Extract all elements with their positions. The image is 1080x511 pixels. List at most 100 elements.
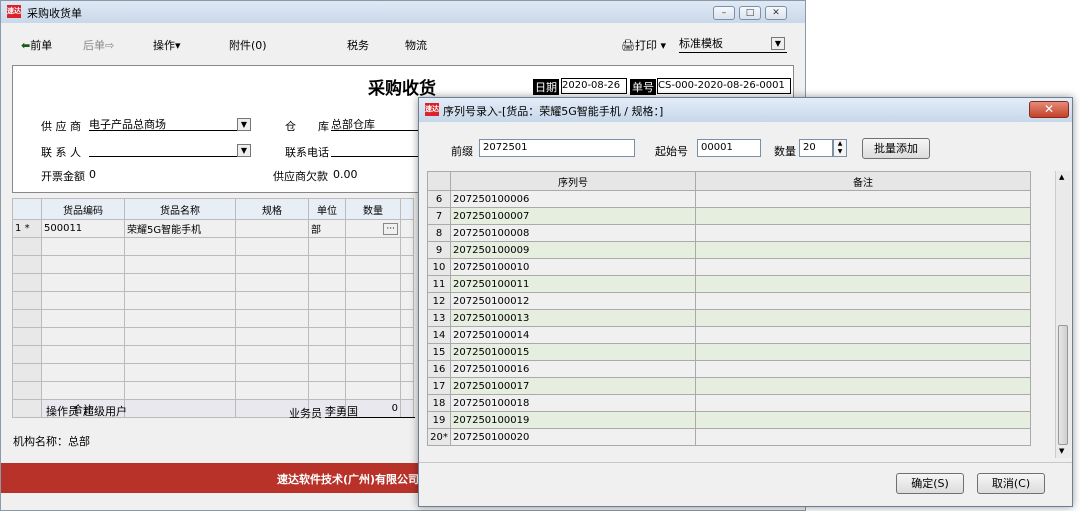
toolbar: ⬅前单 后单⇨ 操作▾ 附件(0) 税务 物流 🖨打印 ▾ 标准模板 ▼ (1, 23, 805, 63)
printer-icon: 🖨 (621, 39, 635, 52)
dropdown-arrow-icon: ▾ (175, 39, 181, 52)
prefix-input[interactable]: 2072501 (479, 139, 635, 157)
dialog-title: 序列号录入-[货品：荣耀5G智能手机 / 规格：] (443, 105, 664, 118)
warehouse-label: 仓 库 (285, 120, 329, 133)
table-row[interactable] (12, 363, 414, 382)
cell-spec[interactable] (235, 219, 309, 238)
contact-label: 联 系 人 (41, 146, 81, 159)
close-button[interactable]: ✕ (765, 6, 787, 20)
table-row[interactable]: 10 207250100010 (427, 258, 1031, 276)
close-icon[interactable]: ✕ (1029, 101, 1069, 118)
chevron-down-icon[interactable]: ▼ (237, 118, 251, 131)
cell-name[interactable]: 荣耀5G智能手机 (124, 219, 236, 238)
arrow-left-icon: ⬅ (21, 39, 31, 52)
org-name: 机构名称：总部 (13, 435, 90, 448)
col-note[interactable]: 备注 (695, 171, 1031, 191)
supplier-debt-label: 供应商欠款 (273, 170, 328, 183)
ok-button[interactable]: 确定(S) (896, 473, 964, 494)
table-row[interactable]: 13 207250100013 (427, 309, 1031, 327)
table-row[interactable] (12, 309, 414, 328)
start-number-input[interactable]: 00001 (697, 139, 761, 157)
cell-code[interactable]: 500011 (41, 219, 125, 238)
start-number-label: 起始号 (655, 145, 688, 158)
salesman-label: 业务员 (289, 407, 322, 420)
phone-field[interactable] (331, 142, 421, 157)
contact-field[interactable] (89, 142, 251, 157)
attachment-button[interactable]: 附件(0) (229, 37, 267, 53)
batch-add-button[interactable]: 批量添加 (862, 138, 930, 159)
col-unit[interactable]: 单位 (308, 198, 346, 220)
table-row[interactable]: 6 207250100006 (427, 190, 1031, 208)
table-row[interactable] (12, 291, 414, 310)
col-name[interactable]: 货品名称 (124, 198, 236, 220)
dialog-title-bar: 速达 序列号录入-[货品：荣耀5G智能手机 / 规格：] (419, 98, 1072, 122)
number-label: 单号 (630, 79, 656, 95)
table-row[interactable] (12, 273, 414, 292)
maximize-button[interactable]: □ (739, 6, 761, 20)
table-row[interactable]: 15 207250100015 (427, 343, 1031, 361)
cell-unit[interactable]: 部 (308, 219, 346, 238)
phone-label: 联系电话 (285, 146, 329, 159)
table-row[interactable]: 9 207250100009 (427, 241, 1031, 259)
ellipsis-icon[interactable]: ··· (383, 223, 398, 235)
grid-header-row: 货品编码 货品名称 规格 单位 数量 (12, 198, 414, 220)
table-row[interactable] (12, 237, 414, 256)
table-row[interactable]: 17 207250100017 (427, 377, 1031, 395)
prefix-label: 前缀 (451, 145, 473, 158)
scroll-up-icon[interactable]: ▲ (1059, 173, 1064, 181)
table-row[interactable] (12, 381, 414, 400)
print-button[interactable]: 🖨打印 ▾ (621, 37, 666, 53)
count-label: 数量 (774, 145, 796, 158)
table-row[interactable]: 1 * 500011 荣耀5G智能手机 部 ··· (12, 219, 414, 238)
number-field[interactable]: CS-000-2020-08-26-0001 (657, 78, 791, 94)
warehouse-field[interactable]: 总部仓库 (331, 116, 421, 131)
col-qty[interactable]: 数量 (345, 198, 401, 220)
tax-button[interactable]: 税务 (347, 37, 369, 53)
operator-value: 超级用户 (83, 405, 127, 418)
table-row[interactable]: 7 207250100007 (427, 207, 1031, 225)
next-button[interactable]: 后单⇨ (83, 37, 114, 53)
supplier-field[interactable]: 电子产品总商场 (89, 116, 251, 131)
scrollbar-thumb[interactable] (1058, 325, 1068, 445)
window-title: 采购收货单 (27, 7, 82, 20)
table-row[interactable]: 8 207250100008 (427, 224, 1031, 242)
table-row[interactable]: 20* 207250100020 (427, 428, 1031, 446)
minimize-button[interactable]: – (713, 6, 735, 20)
count-stepper[interactable]: ▲ ▼ (833, 139, 847, 157)
date-field[interactable]: 2020-08-26 (561, 78, 627, 94)
date-label: 日期 (533, 79, 559, 95)
operations-menu[interactable]: 操作▾ (153, 37, 181, 53)
table-row[interactable]: 19 207250100019 (427, 411, 1031, 429)
logistics-button[interactable]: 物流 (405, 37, 427, 53)
table-row[interactable] (12, 345, 414, 364)
invoice-amount-label: 开票金额 (41, 170, 85, 183)
chevron-down-icon[interactable]: ▼ (237, 144, 251, 157)
col-code[interactable]: 货品编码 (41, 198, 125, 220)
table-row[interactable] (12, 255, 414, 274)
serial-table: 序列号 备注 6 207250100006 7 207250100007 8 2072… (427, 171, 1031, 446)
table-row[interactable]: 14 207250100014 (427, 326, 1031, 344)
supplier-label: 供 应 商 (41, 120, 81, 133)
table-row[interactable]: 18 207250100018 (427, 394, 1031, 412)
prev-button[interactable]: ⬅前单 (21, 37, 52, 53)
table-row[interactable]: 16 207250100016 (427, 360, 1031, 378)
table-row[interactable]: 11 207250100011 (427, 275, 1031, 293)
cell-qty[interactable]: ··· (345, 219, 401, 238)
invoice-amount-value: 0 (89, 168, 96, 181)
salesman-field[interactable]: 李勇国 (325, 403, 415, 418)
count-input[interactable]: 20 (799, 139, 833, 157)
app-logo-icon: 速达 (7, 5, 21, 18)
col-serial[interactable]: 序列号 (450, 171, 696, 191)
serial-header-row: 序列号 备注 (427, 171, 1031, 191)
goods-grid: 货品编码 货品名称 规格 单位 数量 1 * 500011 荣耀5G智能手机 部… (12, 198, 414, 418)
vertical-scrollbar[interactable]: ▲ ▼ (1055, 171, 1071, 458)
company-name: 速达软件技术(广州)有限公司 (277, 473, 420, 486)
supplier-debt-value: 0.00 (333, 168, 358, 181)
form-heading: 采购收货 (368, 79, 436, 99)
template-select[interactable]: 标准模板 ▼ (679, 35, 787, 53)
scroll-down-icon[interactable]: ▼ (1059, 447, 1064, 455)
col-spec[interactable]: 规格 (235, 198, 309, 220)
table-row[interactable]: 12 207250100012 (427, 292, 1031, 310)
table-row[interactable] (12, 327, 414, 346)
cancel-button[interactable]: 取消(C) (977, 473, 1045, 494)
